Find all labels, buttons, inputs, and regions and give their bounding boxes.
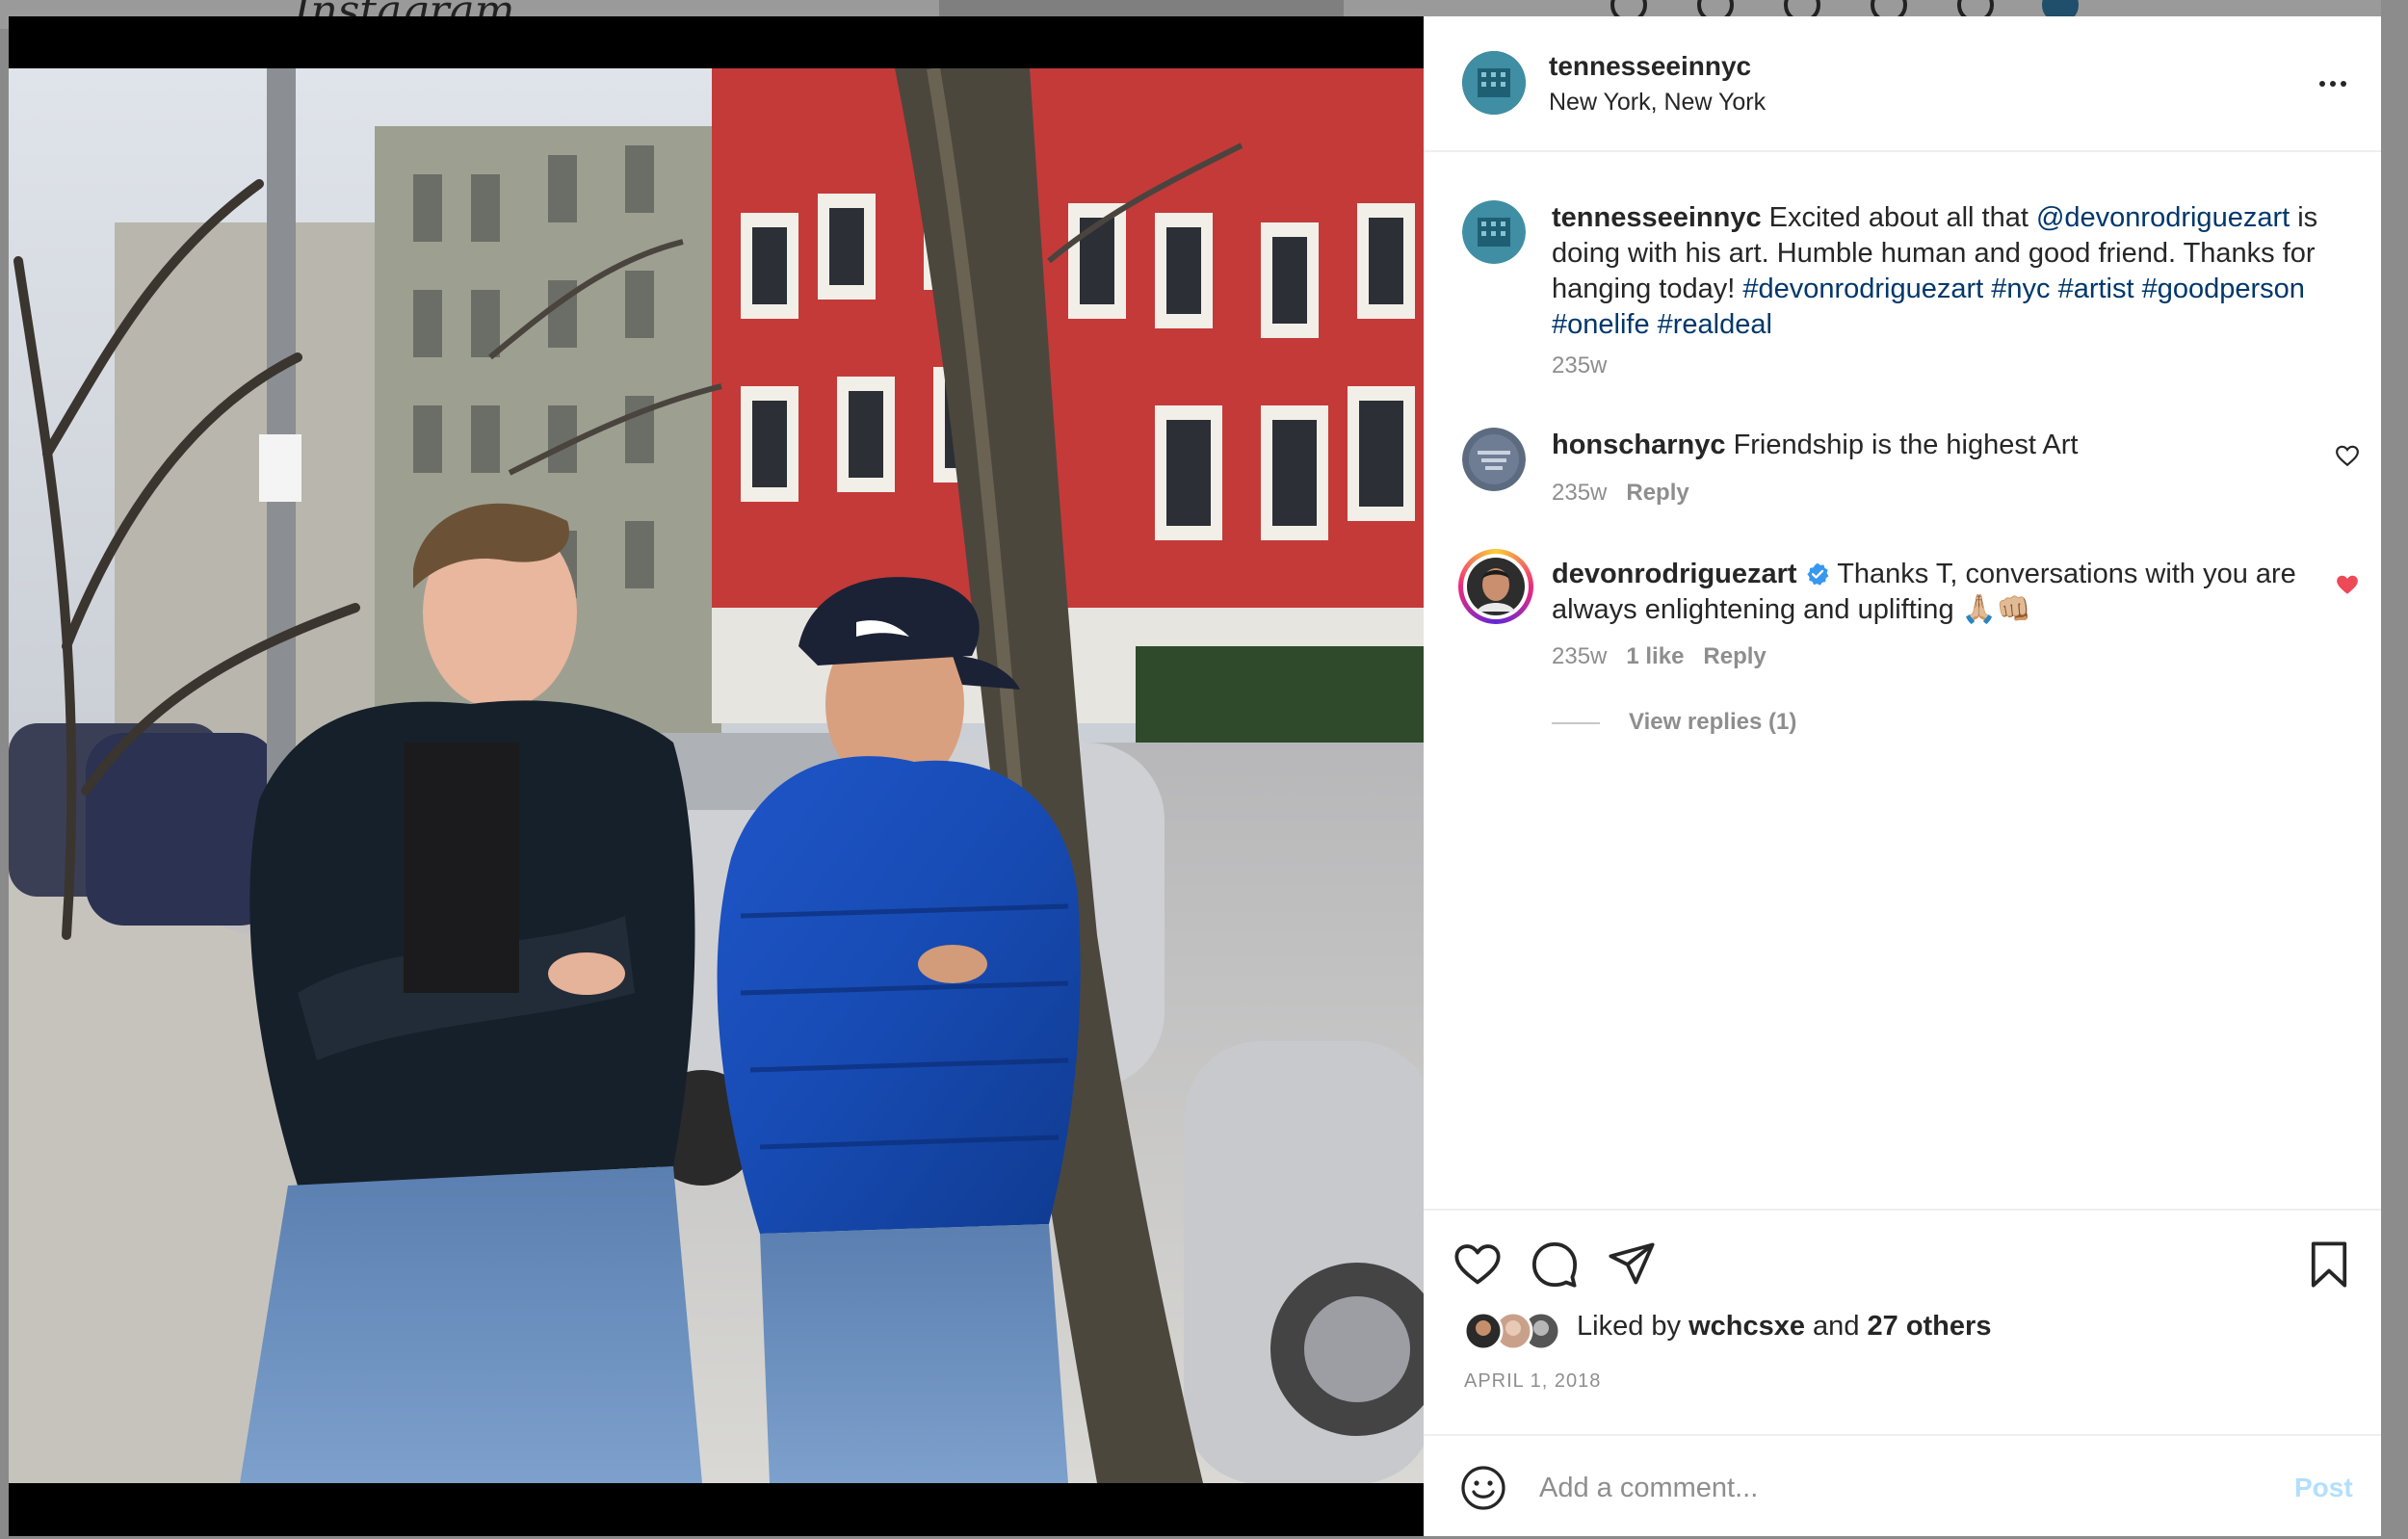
background-side-strip: [2381, 0, 2408, 1539]
comment-body: Friendship is the highest Art: [1733, 430, 2079, 460]
author-avatar[interactable]: [1462, 51, 1526, 115]
caption-mention[interactable]: @devonrodriguezart: [2036, 202, 2290, 233]
like-comment-heart-icon[interactable]: [2335, 443, 2360, 468]
liked-by-text: Liked by wchcsxe and 27 others: [1577, 1311, 1991, 1343]
comment-username[interactable]: devonrodriguezart: [1552, 559, 1797, 589]
liked-by-others[interactable]: 27 others: [1868, 1311, 1992, 1342]
liked-by-mid: and: [1805, 1311, 1868, 1342]
view-replies-line: [1552, 721, 1600, 724]
like-heart-icon[interactable]: [1453, 1239, 1503, 1290]
comment-text: honscharnyc Friendship is the highest Ar…: [1552, 428, 2322, 463]
verified-badge-icon: [1807, 562, 1829, 586]
view-replies-button[interactable]: View replies (1): [1552, 709, 1796, 736]
reply-button[interactable]: Reply: [1626, 480, 1688, 506]
post-actions: Liked by wchcsxe and 27 others APRIL 1, …: [1424, 1209, 2381, 1434]
view-replies-label: View replies (1): [1629, 709, 1797, 735]
comment-avatar: [1463, 554, 1529, 619]
comment-meta: 235w Reply: [1552, 480, 1689, 507]
comments-section: tennesseeinnyc Excited about all that @d…: [1424, 152, 2381, 1209]
comment-avatar-image: [1462, 428, 1526, 491]
author-avatar-image: [1462, 51, 1526, 115]
post-photo-area: [9, 16, 1424, 1536]
save-bookmark-icon[interactable]: [2304, 1239, 2354, 1290]
post-date[interactable]: APRIL 1, 2018: [1464, 1370, 1601, 1393]
add-comment-bar: Post: [1424, 1434, 2381, 1538]
caption-body-1: Excited about all that: [1768, 202, 2036, 233]
caption-age[interactable]: 235w: [1552, 352, 1607, 379]
author-username[interactable]: tennesseeinnyc: [1549, 51, 1751, 82]
reply-button[interactable]: Reply: [1703, 643, 1766, 669]
comment-avatar-story-ring[interactable]: [1458, 549, 1533, 624]
comment-avatar[interactable]: [1462, 428, 1526, 491]
caption-username[interactable]: tennesseeinnyc: [1552, 202, 1762, 233]
liked-comment-heart-icon[interactable]: [2335, 572, 2360, 597]
share-paper-plane-icon[interactable]: [1607, 1239, 1657, 1290]
comment-bubble-icon[interactable]: [1530, 1239, 1580, 1290]
comment-likes-count[interactable]: 1 like: [1626, 643, 1684, 669]
liked-by-user[interactable]: wchcsxe: [1688, 1311, 1805, 1342]
liked-by-prefix: Liked by: [1577, 1311, 1689, 1342]
comment-text: devonrodriguezart Thanks T, conversation…: [1552, 557, 2322, 628]
post-details-panel: tennesseeinnyc New York, New York tennes…: [1424, 16, 2381, 1536]
caption-avatar[interactable]: [1462, 200, 1526, 264]
post-header: tennesseeinnyc New York, New York: [1424, 16, 2381, 152]
comment-username[interactable]: honscharnyc: [1552, 430, 1726, 460]
comment-meta: 235w 1 like Reply: [1552, 643, 1767, 670]
comment-age[interactable]: 235w: [1552, 480, 1607, 506]
caption-avatar-image: [1462, 200, 1526, 264]
liked-by-avatars[interactable]: [1458, 1311, 1564, 1351]
emoji-smiley-icon[interactable]: [1460, 1465, 1506, 1511]
post-location[interactable]: New York, New York: [1549, 89, 1766, 117]
comment-age[interactable]: 235w: [1552, 643, 1607, 669]
more-options-icon[interactable]: [2319, 74, 2358, 93]
caption-text: tennesseeinnyc Excited about all that @d…: [1552, 200, 2322, 343]
post-photo: [9, 68, 1424, 1483]
post-comment-button[interactable]: Post: [2294, 1473, 2353, 1503]
post-modal: tennesseeinnyc New York, New York tennes…: [9, 16, 2381, 1536]
comment-avatar-image: [1467, 558, 1525, 615]
add-comment-input[interactable]: [1537, 1465, 2215, 1511]
